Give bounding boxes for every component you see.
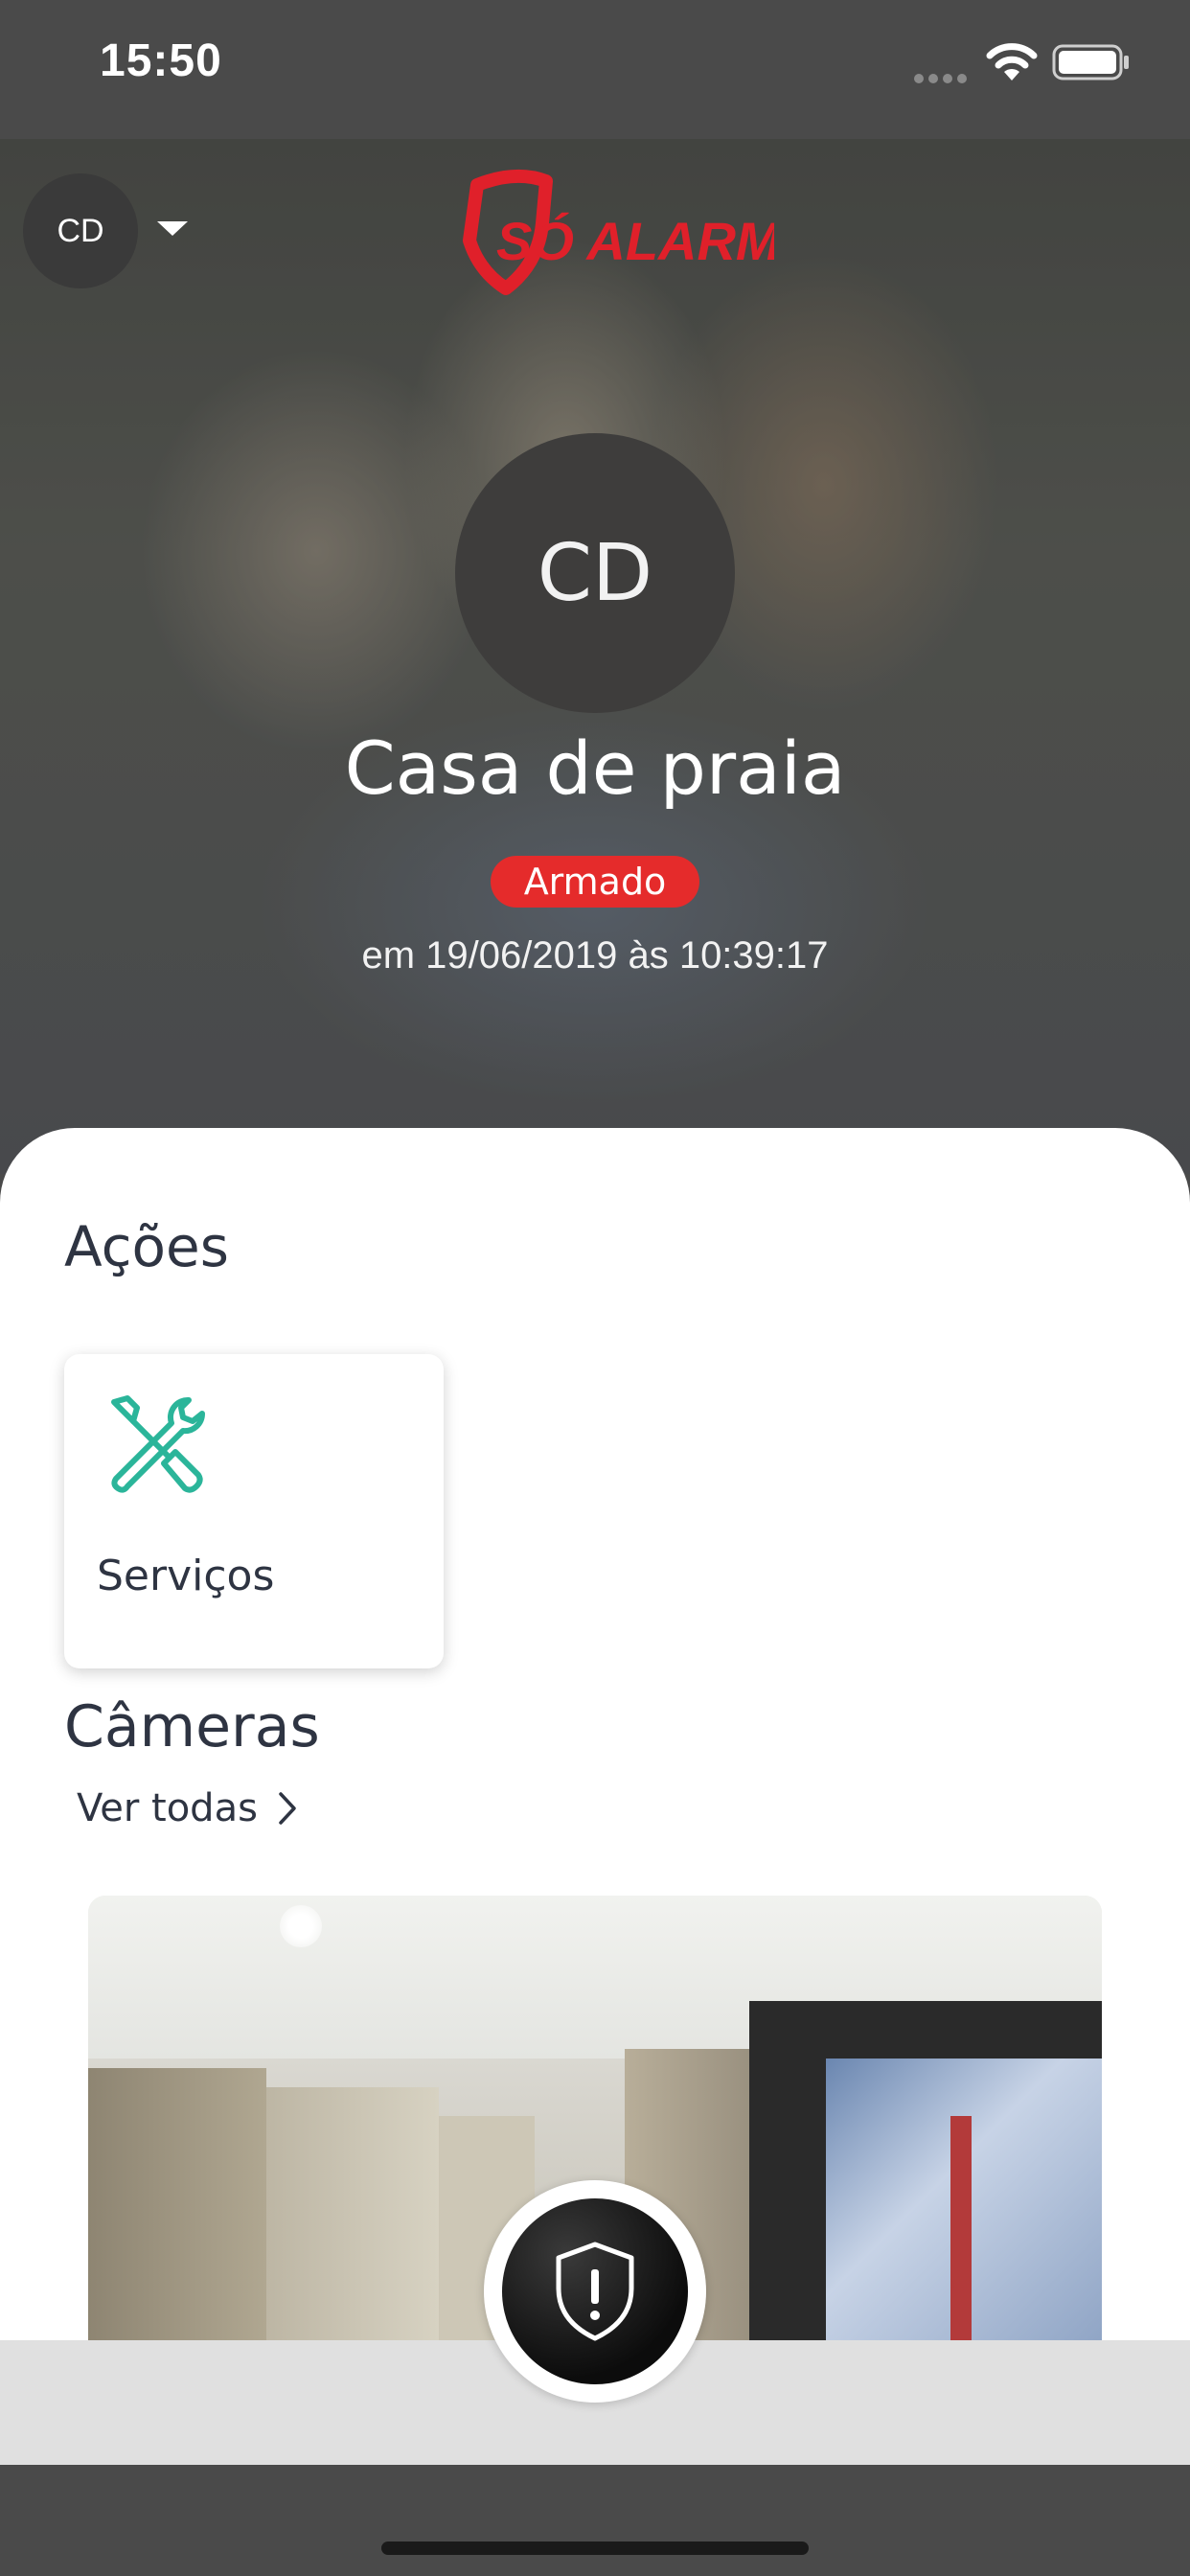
wifi-icon [986,43,1038,80]
camera-image-wall [88,2068,266,2340]
content-sheet: Ações Serviços Câmeras Ver todas [0,1128,1190,2340]
site-name: Casa de praia [344,725,846,811]
shield-alert-icon [556,2242,634,2341]
chevron-right-icon [279,1792,296,1825]
panic-button-inner [502,2198,688,2384]
battery-icon [1052,44,1129,80]
caret-down-icon [157,221,188,236]
tools-icon [111,1395,206,1493]
site-avatar: CD [455,433,735,713]
actions-title: Ações [64,1214,229,1279]
camera-image-frame [950,2116,972,2340]
services-card[interactable]: Serviços [64,1354,444,1668]
status-badge: Armado [491,856,699,908]
cellular-signal-icon [914,69,972,87]
account-switcher[interactable]: CD [23,173,195,288]
camera-image-pillar [266,2087,439,2340]
brand-logo: SÓ ALARME [463,169,774,295]
hero-background: CD SÓ ALARME CD Casa de praia Armado em … [0,139,1190,1174]
services-label: Serviços [97,1552,275,1600]
account-avatar: CD [23,173,138,288]
status-time: 15:50 [100,35,222,86]
see-all-label: Ver todas [77,1786,258,1830]
status-timestamp: em 19/06/2019 às 10:39:17 [361,934,829,977]
cameras-title: Câmeras [64,1693,320,1760]
see-all-cameras-link[interactable]: Ver todas [77,1780,298,1837]
home-indicator-area [0,2465,1190,2576]
status-bar: 15:50 [0,0,1190,139]
panic-button[interactable] [484,2180,706,2403]
svg-text:SÓ ALARME: SÓ ALARME [496,211,774,271]
camera-image-light [280,1905,322,1947]
home-indicator[interactable] [381,2542,809,2555]
